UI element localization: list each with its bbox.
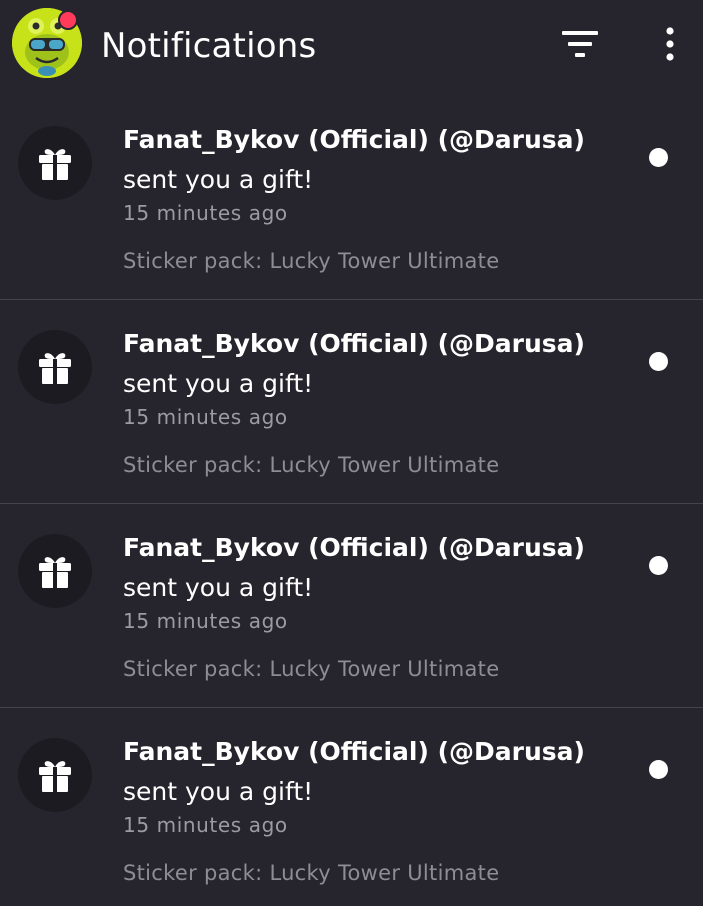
more-vertical-icon [666, 27, 674, 61]
gift-icon [39, 557, 71, 588]
profile-avatar[interactable] [12, 8, 82, 78]
notification-list: Fanat_Bykov (Official) (@Darusa) sent yo… [0, 96, 703, 906]
notification-text: sent you a gift! [123, 777, 314, 806]
gift-detail: Sticker pack: Lucky Tower Ultimate [123, 657, 500, 681]
unread-indicator [649, 760, 668, 779]
timestamp: 15 minutes ago [123, 813, 288, 837]
timestamp: 15 minutes ago [123, 609, 288, 633]
notification-text: sent you a gift! [123, 165, 314, 194]
timestamp: 15 minutes ago [123, 405, 288, 429]
timestamp: 15 minutes ago [123, 201, 288, 225]
notification-item[interactable]: Fanat_Bykov (Official) (@Darusa) sent yo… [0, 504, 703, 708]
notification-item[interactable]: Fanat_Bykov (Official) (@Darusa) sent yo… [0, 708, 703, 906]
unread-indicator [649, 148, 668, 167]
filter-icon [562, 31, 598, 57]
more-options-button[interactable] [654, 24, 686, 64]
filter-button[interactable] [559, 28, 601, 62]
gift-icon [39, 353, 71, 384]
gift-icon-badge [18, 126, 92, 200]
unread-badge [58, 10, 78, 30]
gift-icon [39, 761, 71, 792]
unread-indicator [649, 556, 668, 575]
gift-detail: Sticker pack: Lucky Tower Ultimate [123, 861, 500, 885]
gift-detail: Sticker pack: Lucky Tower Ultimate [123, 453, 500, 477]
gift-icon-badge [18, 534, 92, 608]
notifications-screen: Notifications Fanat_Bykov (Official) (@D… [0, 0, 703, 906]
gift-detail: Sticker pack: Lucky Tower Ultimate [123, 249, 500, 273]
unread-indicator [649, 352, 668, 371]
notification-text: sent you a gift! [123, 369, 314, 398]
sender-name: Fanat_Bykov (Official) (@Darusa) [123, 737, 585, 766]
gift-icon [39, 149, 71, 180]
gift-icon-badge [18, 330, 92, 404]
page-title: Notifications [101, 26, 317, 66]
sender-name: Fanat_Bykov (Official) (@Darusa) [123, 329, 585, 358]
app-header: Notifications [0, 0, 703, 92]
gift-icon-badge [18, 738, 92, 812]
notification-text: sent you a gift! [123, 573, 314, 602]
sender-name: Fanat_Bykov (Official) (@Darusa) [123, 533, 585, 562]
notification-item[interactable]: Fanat_Bykov (Official) (@Darusa) sent yo… [0, 300, 703, 504]
notification-item[interactable]: Fanat_Bykov (Official) (@Darusa) sent yo… [0, 96, 703, 300]
sender-name: Fanat_Bykov (Official) (@Darusa) [123, 125, 585, 154]
